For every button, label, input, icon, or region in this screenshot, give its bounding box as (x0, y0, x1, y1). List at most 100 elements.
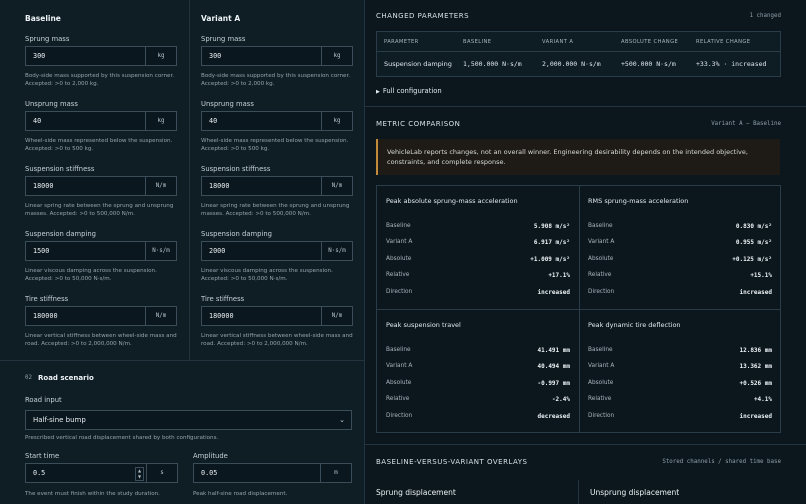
metric-value: increased (739, 289, 772, 296)
metric-value: increased (537, 289, 570, 296)
unit-label: kg (321, 112, 352, 130)
full-configuration-toggle[interactable]: ▶ Full configuration (376, 87, 442, 95)
baseline-unsprung-mass-input[interactable]: 40 kg (25, 111, 177, 131)
road-scenario-title: Road scenario (38, 374, 94, 382)
input-value: 0.05 (201, 469, 218, 477)
metric-row: Variant A 0.955 m/s² (588, 239, 772, 255)
metric-key: Baseline (588, 347, 613, 353)
metric-card-title: Peak suspension travel (386, 321, 461, 329)
metric-card: Peak dynamic tire deflection Baseline 12.… (579, 310, 781, 433)
field-help: Linear viscous damping across the suspen… (201, 268, 333, 282)
metric-grid: Peak absolute sprung-mass acceleration B… (376, 185, 781, 433)
metric-value: -2.4% (551, 396, 570, 403)
table-cell: 1,500.000 N·s/m (463, 60, 522, 68)
baseline-suspension-damping-field: Suspension damping 1500 N·s/m Linear visc… (25, 230, 178, 282)
amplitude-input[interactable]: 0.05 m (193, 463, 352, 483)
metric-row: Absolute -0.997 mm (386, 380, 570, 396)
field-label: Unsprung mass (201, 100, 254, 108)
road-input-help: Prescribed vertical road displacement sh… (25, 435, 219, 441)
metric-value: increased (739, 413, 772, 420)
metric-key: Absolute (588, 256, 614, 262)
variant-unsprung-mass-input[interactable]: 40 kg (201, 111, 353, 131)
metric-row: Relative -2.4% (386, 396, 570, 412)
variant-suspension-damping-input[interactable]: 2000 N·s/m (201, 241, 353, 261)
unit-label: kg (145, 47, 176, 65)
metric-value: +4.1% (753, 396, 772, 403)
stepper-icon[interactable]: ▲ ▼ (135, 467, 144, 481)
baseline-suspension-stiffness-input[interactable]: 18000 N/m (25, 176, 177, 196)
field-help: Linear vertical stiffness between wheel-… (201, 333, 353, 347)
field-label: Suspension damping (201, 230, 272, 238)
metric-row: Variant A 13.362 mm (588, 363, 772, 379)
input-value: 300 (33, 52, 46, 60)
unit-label: N/m (145, 177, 176, 195)
variant-sprung-mass-field: Sprung mass 300 kg Body-side mass support… (201, 35, 354, 87)
variant-tire-stiffness-input[interactable]: 180000 N/m (201, 306, 353, 326)
metric-value: decreased (537, 413, 570, 420)
triangle-right-icon: ▶ (376, 89, 380, 95)
variant-suspension-stiffness-input[interactable]: 18000 N/m (201, 176, 353, 196)
metric-value: 40.494 mm (537, 363, 570, 370)
metric-value: +17.1% (548, 272, 570, 279)
road-input-select[interactable]: Half-sine bump ⌄ (25, 410, 352, 430)
field-label: Unsprung mass (25, 100, 78, 108)
variant-suspension-stiffness-field: Suspension stiffness 18000 N/m Linear spr… (201, 165, 354, 217)
unsprung-displacement-title: Unsprung displacement (590, 488, 680, 497)
metric-row: Variant A 40.494 mm (386, 363, 570, 379)
metric-row: Baseline 41.491 mm (386, 347, 570, 363)
metric-value: +15.1% (750, 272, 772, 279)
metric-value: 0.830 m/s² (735, 223, 772, 230)
metric-key: Relative (386, 396, 410, 402)
start-time-field: Start time 0.5 ▲ ▼ s The event must finis… (25, 452, 178, 497)
metric-card: Peak suspension travel Baseline 41.491 mm… (377, 310, 579, 433)
field-help: Body-side mass supported by this suspens… (25, 73, 175, 87)
metric-row: Relative +17.1% (386, 272, 570, 288)
field-help: Wheel-side mass represented below the su… (25, 138, 173, 152)
metric-row: Direction decreased (386, 413, 570, 429)
variant-sprung-mass-input[interactable]: 300 kg (201, 46, 353, 66)
metric-value: -0.997 mm (537, 380, 570, 387)
metric-row: Direction increased (386, 289, 570, 305)
baseline-sprung-mass-field: Sprung mass 300 kg Body-side mass support… (25, 35, 178, 87)
results-panel: CHANGED PARAMETERS 1 changed PARAMETER B… (365, 0, 806, 504)
metric-key: Direction (386, 413, 413, 419)
baseline-tire-stiffness-field: Tire stiffness 180000 N/m Linear vertical… (25, 295, 178, 347)
metric-value: 12.836 mm (739, 347, 772, 354)
input-value: 18000 (33, 182, 54, 190)
full-configuration-label: Full configuration (382, 87, 442, 95)
amplitude-label: Amplitude (193, 452, 228, 460)
unit-label: m (320, 464, 351, 482)
metric-key: Relative (588, 396, 612, 402)
amplitude-field: Amplitude 0.05 m Peak half-sine road dis… (193, 452, 352, 497)
field-label: Suspension damping (25, 230, 96, 238)
metric-row: Baseline 12.836 mm (588, 347, 772, 363)
start-time-input[interactable]: 0.5 ▲ ▼ s (25, 463, 178, 483)
metric-value: +1.009 m/s² (530, 256, 570, 263)
baseline-sprung-mass-input[interactable]: 300 kg (25, 46, 177, 66)
section-divider (365, 106, 806, 107)
field-help: Linear vertical stiffness between wheel-… (25, 333, 177, 347)
section-number: 02 (25, 375, 32, 381)
field-label: Suspension stiffness (25, 165, 95, 173)
metric-key: Absolute (386, 380, 412, 386)
table-cell: Suspension damping (384, 60, 452, 68)
metric-key: Relative (588, 272, 612, 278)
baseline-title: Baseline (25, 14, 61, 23)
metric-key: Direction (588, 289, 615, 295)
field-help: Linear spring rate between the sprung an… (201, 203, 350, 217)
info-note: VehicleLab reports changes, not an overa… (376, 139, 780, 175)
baseline-suspension-damping-input[interactable]: 1500 N·s/m (25, 241, 177, 261)
variant-unsprung-mass-field: Unsprung mass 40 kg Wheel-side mass repre… (201, 100, 354, 152)
column-divider (189, 0, 190, 360)
metric-value: +0.125 m/s² (732, 256, 772, 263)
start-time-help: The event must finish within the study d… (25, 491, 160, 497)
metric-key: Absolute (386, 256, 412, 262)
baseline-tire-stiffness-input[interactable]: 180000 N/m (25, 306, 177, 326)
metric-value: 0.955 m/s² (735, 239, 772, 246)
start-time-label: Start time (25, 452, 60, 460)
unit-label: N/m (321, 177, 352, 195)
input-value: 300 (209, 52, 222, 60)
metric-value: 13.362 mm (739, 363, 772, 370)
metric-row: Direction increased (588, 289, 772, 305)
unit-label: N·s/m (321, 242, 352, 260)
